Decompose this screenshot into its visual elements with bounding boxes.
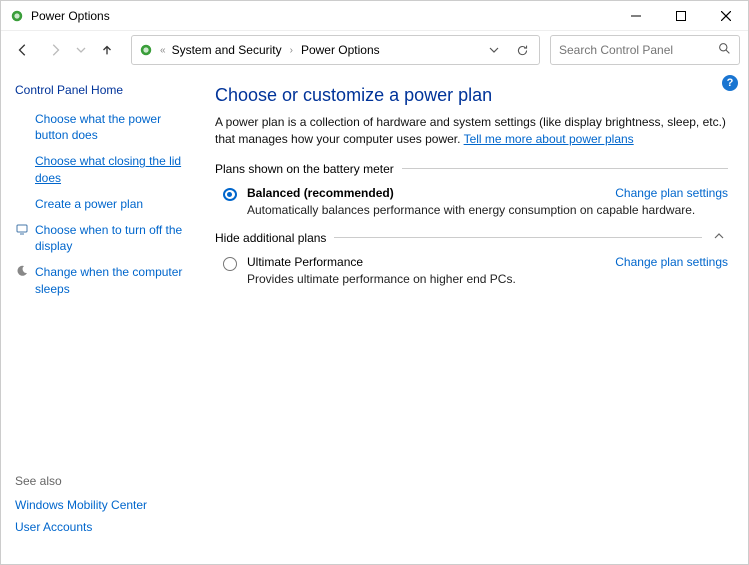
plan-balanced-title: Balanced (recommended)	[247, 186, 394, 200]
change-settings-ultimate[interactable]: Change plan settings	[595, 255, 728, 269]
recent-locations-button[interactable]	[73, 36, 89, 64]
radio-balanced[interactable]	[223, 188, 237, 201]
minimize-button[interactable]	[613, 1, 658, 31]
sidebar-link-turn-off-display[interactable]: Choose when to turn off the display	[15, 222, 193, 254]
sidebar-link-create-plan[interactable]: Create a power plan	[15, 196, 193, 212]
see-also-label: See also	[15, 474, 193, 488]
control-panel-home-link[interactable]: Control Panel Home	[15, 83, 193, 97]
plan-balanced-desc: Automatically balances performance with …	[247, 203, 728, 217]
refresh-button[interactable]	[511, 44, 533, 57]
sidebar: Control Panel Home Choose what the power…	[1, 69, 201, 564]
forward-button[interactable]	[41, 36, 69, 64]
address-bar[interactable]: « System and Security › Power Options	[131, 35, 540, 65]
group-header-additional[interactable]: Hide additional plans	[215, 231, 728, 245]
main-content: ? Choose or customize a power plan A pow…	[201, 69, 748, 564]
radio-ultimate[interactable]	[223, 257, 237, 271]
learn-more-link[interactable]: Tell me more about power plans	[464, 132, 634, 146]
title-bar: Power Options	[1, 1, 748, 31]
breadcrumb-level1[interactable]: System and Security	[172, 43, 282, 57]
plan-ultimate-title: Ultimate Performance	[247, 255, 363, 269]
search-input[interactable]	[559, 43, 718, 57]
maximize-button[interactable]	[658, 1, 703, 31]
chevron-up-icon[interactable]	[710, 231, 728, 244]
power-options-icon	[9, 8, 25, 24]
change-settings-balanced[interactable]: Change plan settings	[595, 186, 728, 200]
search-box[interactable]	[550, 35, 740, 65]
back-button[interactable]	[9, 36, 37, 64]
moon-icon	[15, 264, 29, 278]
close-button[interactable]	[703, 1, 748, 31]
control-panel-icon	[138, 42, 154, 58]
breadcrumb-sep-icon: «	[160, 45, 166, 56]
chevron-right-icon: ›	[290, 45, 293, 56]
address-dropdown-button[interactable]	[483, 45, 505, 55]
breadcrumb-level2[interactable]: Power Options	[301, 43, 380, 57]
display-icon	[15, 222, 29, 236]
plan-ultimate-desc: Provides ultimate performance on higher …	[247, 272, 728, 286]
footer-link-mobility-center[interactable]: Windows Mobility Center	[15, 498, 193, 512]
up-button[interactable]	[93, 36, 121, 64]
sidebar-link-power-button[interactable]: Choose what the power button does	[15, 111, 193, 143]
help-icon[interactable]: ?	[722, 75, 738, 91]
footer-link-user-accounts[interactable]: User Accounts	[15, 520, 193, 534]
search-icon[interactable]	[718, 42, 731, 58]
window-title: Power Options	[31, 9, 613, 23]
page-description: A power plan is a collection of hardware…	[215, 114, 728, 148]
group-header-shown: Plans shown on the battery meter	[215, 162, 728, 176]
sidebar-link-closing-lid[interactable]: Choose what closing the lid does	[15, 153, 193, 185]
page-heading: Choose or customize a power plan	[215, 85, 728, 106]
nav-bar: « System and Security › Power Options	[1, 31, 748, 69]
sidebar-link-computer-sleeps[interactable]: Change when the computer sleeps	[15, 264, 193, 296]
